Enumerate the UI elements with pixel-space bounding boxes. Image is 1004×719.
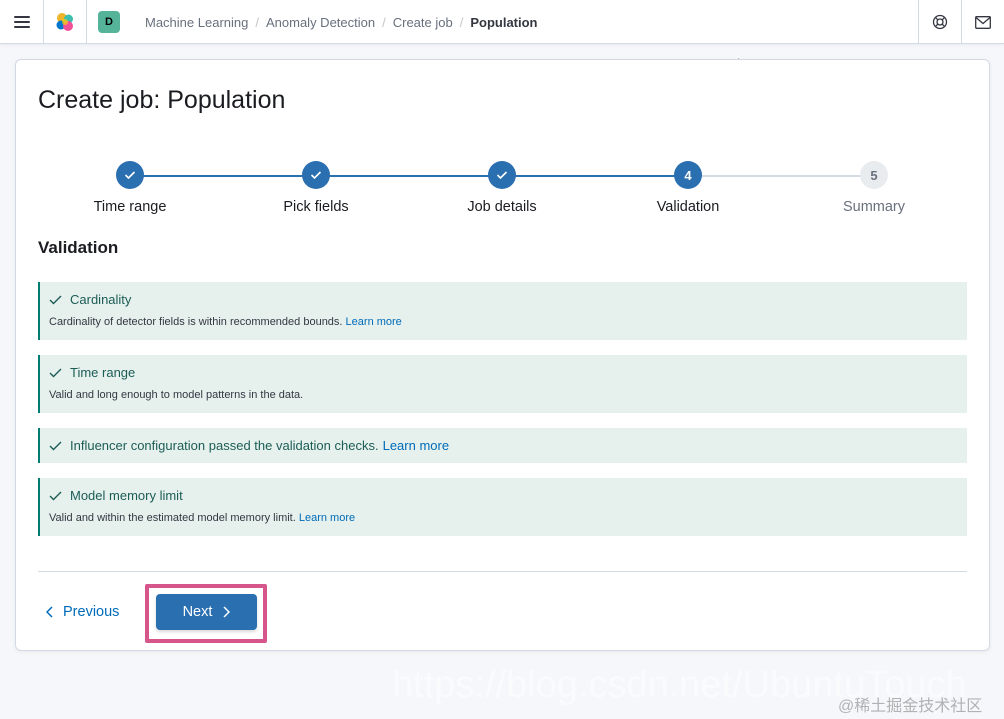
check-icon <box>49 368 62 377</box>
next-button[interactable]: Next <box>156 594 257 630</box>
learn-more-link[interactable]: Learn more <box>383 438 449 453</box>
watermark-credit: @稀土掘金技术社区 <box>838 698 983 715</box>
callout-title: Time range <box>70 365 136 380</box>
breadcrumb-machine-learning[interactable]: Machine Learning <box>145 15 248 30</box>
breadcrumb-separator: / <box>382 14 386 30</box>
step-number: 4 <box>674 161 702 189</box>
chevron-left-icon <box>46 606 53 618</box>
breadcrumb-separator: / <box>459 14 464 30</box>
next-label: Next <box>182 604 213 620</box>
check-icon <box>49 491 62 500</box>
step-number: 5 <box>860 161 888 189</box>
previous-button[interactable]: Previous <box>46 600 119 624</box>
validation-callout-time-range: Time range Valid and long enough to mode… <box>38 355 967 413</box>
space-avatar: D <box>98 11 120 33</box>
step-label: Job details <box>467 199 537 215</box>
chevron-right-icon <box>223 606 231 618</box>
learn-more-link[interactable]: Learn more <box>299 512 355 524</box>
elastic-logo-icon[interactable] <box>44 0 86 44</box>
step-label: Time range <box>93 199 167 215</box>
validation-callout-influencer: Influencer configuration passed the vali… <box>38 428 967 463</box>
check-icon <box>49 295 62 304</box>
top-header: D Machine Learning / Anomaly Detection /… <box>0 0 1004 44</box>
callout-text: Cardinality of detector fields is within… <box>49 316 343 328</box>
help-icon[interactable] <box>919 0 960 44</box>
step-time-range[interactable]: Time range <box>40 161 220 215</box>
space-selector[interactable]: D <box>87 0 131 44</box>
step-label: Pick fields <box>283 199 349 215</box>
page-title: Create job: Population <box>38 86 286 114</box>
check-icon <box>488 161 516 189</box>
step-label: Summary <box>842 199 906 215</box>
breadcrumb-anomaly-detection[interactable]: Anomaly Detection <box>266 15 375 30</box>
divider <box>38 571 967 572</box>
callout-text: Valid and within the estimated model mem… <box>49 512 296 524</box>
callout-title: Model memory limit <box>70 488 183 503</box>
breadcrumb-separator: / <box>255 14 259 30</box>
validation-callout-cardinality: Cardinality Cardinality of detector fiel… <box>38 282 967 340</box>
step-validation[interactable]: 4 Validation <box>598 161 778 215</box>
check-icon <box>302 161 330 189</box>
create-job-panel: Create job: Population Time range Pick f… <box>15 59 990 651</box>
step-summary: 5 Summary <box>784 161 964 215</box>
check-icon <box>49 441 62 450</box>
validation-callout-model-memory: Model memory limit Valid and within the … <box>38 478 967 536</box>
section-title: Validation <box>38 238 119 257</box>
step-job-details[interactable]: Job details <box>412 161 592 215</box>
callout-title: Cardinality <box>70 292 132 307</box>
callout-title: Influencer configuration passed the vali… <box>70 438 379 453</box>
check-icon <box>116 161 144 189</box>
mail-icon[interactable] <box>962 0 1004 44</box>
step-pick-fields[interactable]: Pick fields <box>226 161 406 215</box>
breadcrumb: Machine Learning / Anomaly Detection / C… <box>145 0 538 44</box>
learn-more-link[interactable]: Learn more <box>346 316 402 328</box>
breadcrumb-population: Population <box>470 14 538 30</box>
menu-icon[interactable] <box>0 0 43 44</box>
callout-text: Valid and long enough to model patterns … <box>49 389 304 401</box>
step-label: Validation <box>656 199 720 215</box>
breadcrumb-create-job[interactable]: Create job <box>393 15 453 30</box>
previous-label: Previous <box>63 604 120 620</box>
